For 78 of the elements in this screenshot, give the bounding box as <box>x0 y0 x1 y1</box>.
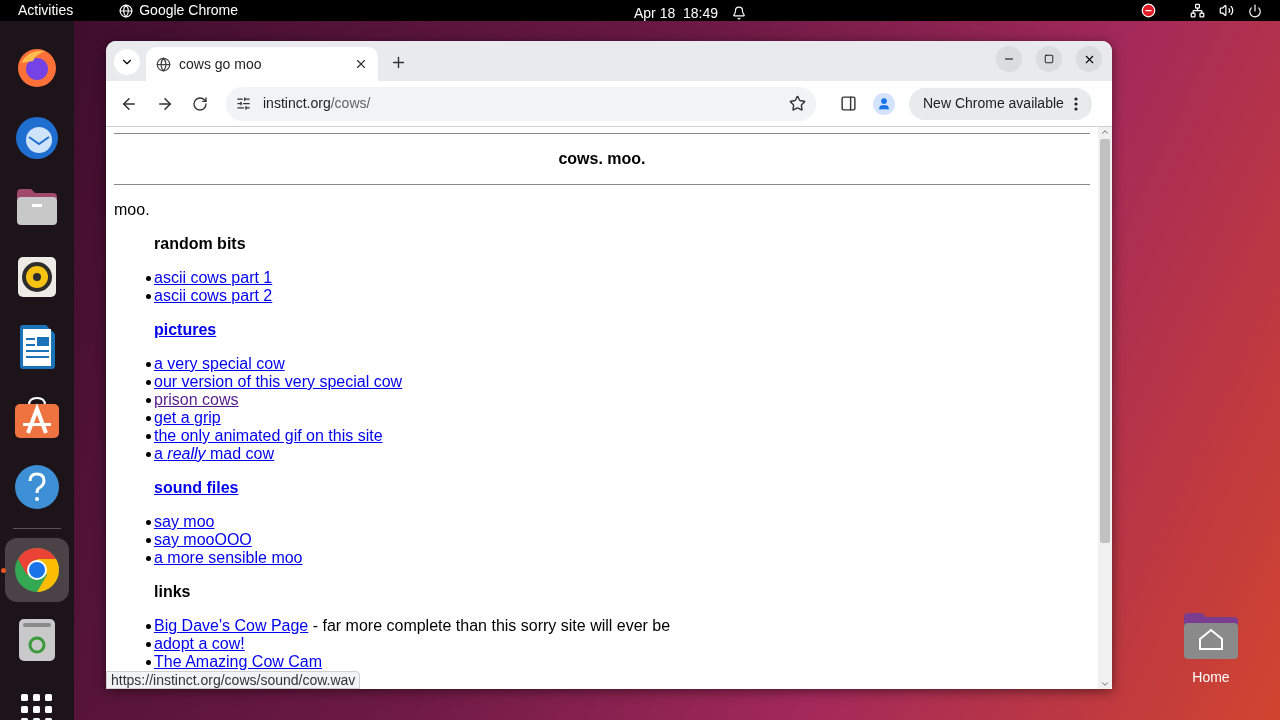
bullet-icon <box>146 415 151 421</box>
scroll-up-icon[interactable] <box>1100 127 1110 137</box>
link[interactable]: a really mad cow <box>154 445 275 463</box>
bullet-icon <box>146 293 151 299</box>
link[interactable]: the only animated gif on this site <box>154 427 383 445</box>
page-title: cows. moo. <box>557 150 647 168</box>
link[interactable]: say mooOOO <box>154 531 252 549</box>
clock[interactable]: Apr 18 18:49 <box>634 2 719 24</box>
link[interactable]: adopt a cow! <box>154 635 245 653</box>
shopping-bag-icon <box>14 395 60 439</box>
power-icon[interactable] <box>1248 3 1262 18</box>
section-heading-link[interactable]: pictures <box>154 321 217 338</box>
close-icon[interactable] <box>354 57 368 71</box>
link[interactable]: prison cows <box>154 391 239 409</box>
tab-title: cows go moo <box>179 54 263 74</box>
volume-icon[interactable] <box>1219 3 1234 18</box>
bullet-icon <box>146 275 151 281</box>
bullet-icon <box>146 397 151 403</box>
trash-icon <box>18 618 56 662</box>
app-icon <box>119 3 134 18</box>
intro-text: moo. <box>114 201 150 219</box>
update-button[interactable]: New Chrome available <box>909 87 1092 120</box>
bullet-icon <box>146 451 151 457</box>
activities-button[interactable]: Activities <box>18 0 74 21</box>
more-menu-icon <box>1073 96 1078 111</box>
maximize-icon <box>1044 54 1054 64</box>
bullet-icon <box>146 623 151 629</box>
side-panel-icon[interactable] <box>840 95 857 112</box>
do-not-disturb-icon[interactable] <box>1141 3 1156 18</box>
bullet-icon <box>146 659 151 665</box>
link[interactable]: Big Dave's Cow Page <box>154 617 309 635</box>
scrollbar-thumb[interactable] <box>1100 139 1110 543</box>
link[interactable]: The Amazing Cow Cam <box>154 653 323 671</box>
address-bar[interactable]: instinct.org/cows/ <box>226 86 816 121</box>
link[interactable]: our version of this very special cow <box>154 373 403 391</box>
link[interactable]: a very special cow <box>154 355 285 373</box>
link-note: - far more complete than this sorry site will ever be <box>311 617 671 635</box>
bullet-icon <box>146 433 151 439</box>
notification-bell-icon[interactable] <box>732 6 747 20</box>
speaker-icon <box>17 256 57 298</box>
document-icon <box>18 324 56 370</box>
link[interactable]: say moo <box>154 513 215 531</box>
dock-button[interactable] <box>5 538 69 602</box>
folder-icon <box>15 187 59 227</box>
link[interactable]: a more sensible moo <box>154 549 303 567</box>
app-grid-icon <box>21 694 53 720</box>
close-button[interactable] <box>1076 46 1102 72</box>
bullet-icon <box>146 555 151 561</box>
help-icon <box>14 464 60 510</box>
home-folder-icon[interactable] <box>1182 611 1240 661</box>
status-url-tooltip: https://instinct.org/cows/sound/cow.wav <box>106 671 361 689</box>
bullet-icon <box>146 641 151 647</box>
bullet-icon <box>146 519 151 525</box>
browser-icon <box>14 547 60 593</box>
section-heading: links <box>154 583 191 600</box>
globe-icon <box>156 56 171 72</box>
bullet-icon <box>146 379 151 385</box>
address-text: instinct.org/cows/ <box>263 94 372 113</box>
app-name[interactable]: Google Chrome <box>139 0 239 21</box>
new-tab-icon[interactable] <box>390 54 407 71</box>
link[interactable]: ascii cows part 2 <box>154 287 273 305</box>
maximize-button[interactable] <box>1036 46 1062 72</box>
scroll-down-icon[interactable] <box>1100 679 1110 689</box>
browser-tab[interactable]: cows go moo <box>146 47 378 81</box>
bookmark-star-icon[interactable] <box>789 95 806 112</box>
link[interactable]: get a grip <box>154 409 221 427</box>
bullet-icon <box>146 537 151 543</box>
reload-icon[interactable] <box>192 95 208 112</box>
tab-search-button[interactable] <box>114 49 140 75</box>
site-settings-icon[interactable] <box>236 96 251 111</box>
minimize-button[interactable] <box>996 46 1022 72</box>
home-label[interactable]: Home <box>1192 667 1230 688</box>
bullet-icon <box>146 361 151 367</box>
section-heading: random bits <box>154 235 246 252</box>
network-icon[interactable] <box>1190 3 1205 18</box>
section-heading-link[interactable]: sound files <box>154 479 239 496</box>
link[interactable]: ascii cows part 1 <box>154 269 273 287</box>
profile-avatar[interactable] <box>873 92 895 115</box>
